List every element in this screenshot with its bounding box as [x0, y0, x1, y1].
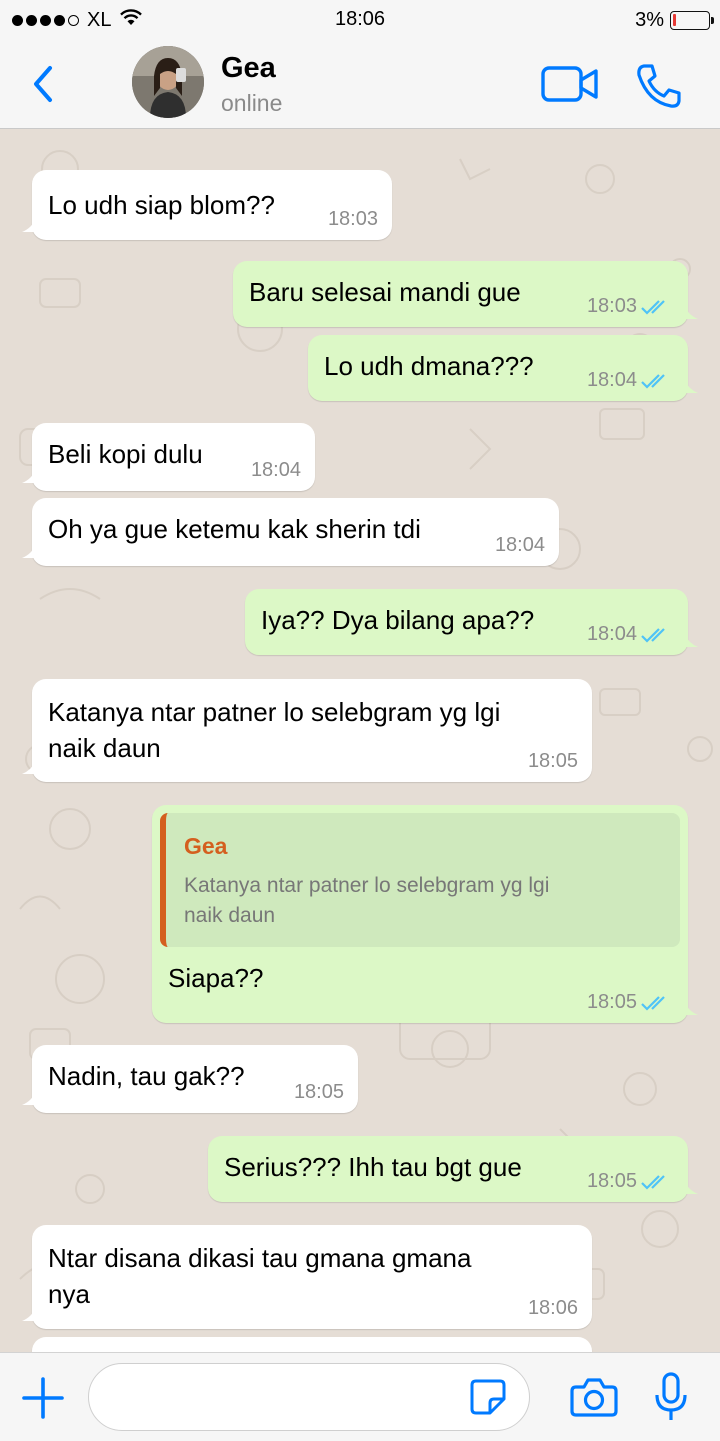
- voice-call-button[interactable]: [634, 62, 682, 110]
- quoted-message[interactable]: Gea Katanya ntar patner lo selebgram yg …: [160, 813, 680, 947]
- battery-percent: 3%: [635, 9, 664, 31]
- message-bubble-outgoing[interactable]: Serius??? Ihh tau bgt gue 18:05: [208, 1136, 698, 1202]
- chat-header: Gea online: [0, 40, 720, 129]
- video-call-icon: [541, 66, 598, 102]
- message-bubble-outgoing[interactable]: Iya?? Dya bilang apa?? 18:04: [245, 589, 698, 655]
- message-bubble-outgoing[interactable]: Lo udh dmana??? 18:04: [308, 335, 698, 401]
- sticker-button[interactable]: [468, 1377, 508, 1417]
- message-bubble-incoming-partial[interactable]: [32, 1337, 592, 1352]
- message-text: Oh ya gue ketemu kak sherin tdi: [48, 514, 421, 544]
- chevron-left-icon: [34, 66, 52, 102]
- plus-icon: [22, 1377, 64, 1419]
- message-time: 18:05: [586, 991, 637, 1013]
- camera-button[interactable]: [570, 1375, 618, 1419]
- message-text: Lo udh dmana???: [324, 351, 534, 381]
- message-bubble-incoming[interactable]: Nadin, tau gak?? 18:05: [22, 1045, 358, 1113]
- read-receipt-icon: [641, 627, 665, 643]
- message-text: Siapa??: [168, 963, 264, 993]
- read-receipt-icon: [641, 299, 665, 315]
- camera-icon: [570, 1378, 618, 1417]
- clock: 18:06: [334, 8, 386, 30]
- quoted-sender: Gea: [184, 833, 228, 859]
- message-bubble-incoming[interactable]: Ntar disana dikasi tau gmana gmana nya 1…: [22, 1225, 592, 1329]
- message-text-line-2: nya: [48, 1279, 90, 1309]
- voice-note-button[interactable]: [654, 1371, 688, 1423]
- quoted-text-line-1: Katanya ntar patner lo selebgram yg lgi: [184, 874, 550, 897]
- message-text: Iya?? Dya bilang apa??: [261, 605, 535, 635]
- contact-name[interactable]: Gea: [221, 52, 276, 85]
- message-text: Serius??? Ihh tau bgt gue: [224, 1152, 522, 1182]
- message-time: 18:03: [586, 295, 637, 317]
- read-receipt-icon: [641, 1174, 665, 1190]
- phone-icon: [637, 64, 681, 108]
- message-time: 18:05: [527, 750, 578, 772]
- sticker-icon: [470, 1379, 506, 1415]
- message-bubble-incoming[interactable]: Lo udh siap blom?? 18:03: [22, 170, 392, 240]
- back-button[interactable]: [28, 62, 58, 106]
- message-input[interactable]: [88, 1363, 530, 1431]
- chat-area[interactable]: Lo udh siap blom?? 18:03 Baru selesai ma…: [0, 129, 720, 1352]
- message-time: 18:04: [586, 623, 637, 645]
- quoted-text: Katanya ntar patner lo selebgram yg lgi …: [184, 871, 654, 931]
- message-text-line-1: Ntar disana dikasi tau gmana gmana: [48, 1243, 472, 1273]
- message-text-line-2: naik daun: [48, 733, 161, 763]
- message-time: 18:04: [250, 459, 301, 481]
- message-text-line-1: Katanya ntar patner lo selebgram yg lgi: [48, 697, 501, 727]
- avatar[interactable]: [132, 46, 204, 118]
- message-text: Nadin, tau gak??: [48, 1061, 245, 1091]
- contact-status: online: [221, 90, 283, 116]
- message-text: Beli kopi dulu: [48, 439, 203, 469]
- message-time: 18:06: [527, 1297, 578, 1319]
- battery-level: [673, 14, 676, 26]
- quoted-text-line-2: naik daun: [184, 904, 276, 927]
- message-bubble-incoming[interactable]: Katanya ntar patner lo selebgram yg lgi …: [22, 679, 592, 782]
- video-call-button[interactable]: [540, 64, 600, 104]
- message-time: 18:05: [293, 1081, 344, 1103]
- message-time: 18:04: [586, 369, 637, 391]
- microphone-icon: [655, 1372, 687, 1420]
- message-text: Lo udh siap blom??: [48, 190, 275, 220]
- read-receipt-icon: [641, 995, 665, 1011]
- status-bar: XL 18:06 3%: [0, 0, 720, 40]
- message-bubble-outgoing-reply[interactable]: Gea Katanya ntar patner lo selebgram yg …: [152, 805, 698, 1023]
- battery-icon: [670, 11, 714, 30]
- attach-button[interactable]: [20, 1375, 66, 1421]
- message-time: 18:03: [327, 208, 378, 230]
- message-time: 18:05: [586, 1170, 637, 1192]
- message-bubble-incoming[interactable]: Oh ya gue ketemu kak sherin tdi 18:04: [22, 498, 559, 566]
- read-receipt-icon: [641, 373, 665, 389]
- message-time: 18:04: [494, 534, 545, 556]
- message-text: Baru selesai mandi gue: [249, 277, 521, 307]
- message-composer: [0, 1352, 720, 1441]
- message-bubble-incoming[interactable]: Beli kopi dulu 18:04: [22, 423, 315, 491]
- message-bubble-outgoing[interactable]: Baru selesai mandi gue 18:03: [233, 261, 698, 327]
